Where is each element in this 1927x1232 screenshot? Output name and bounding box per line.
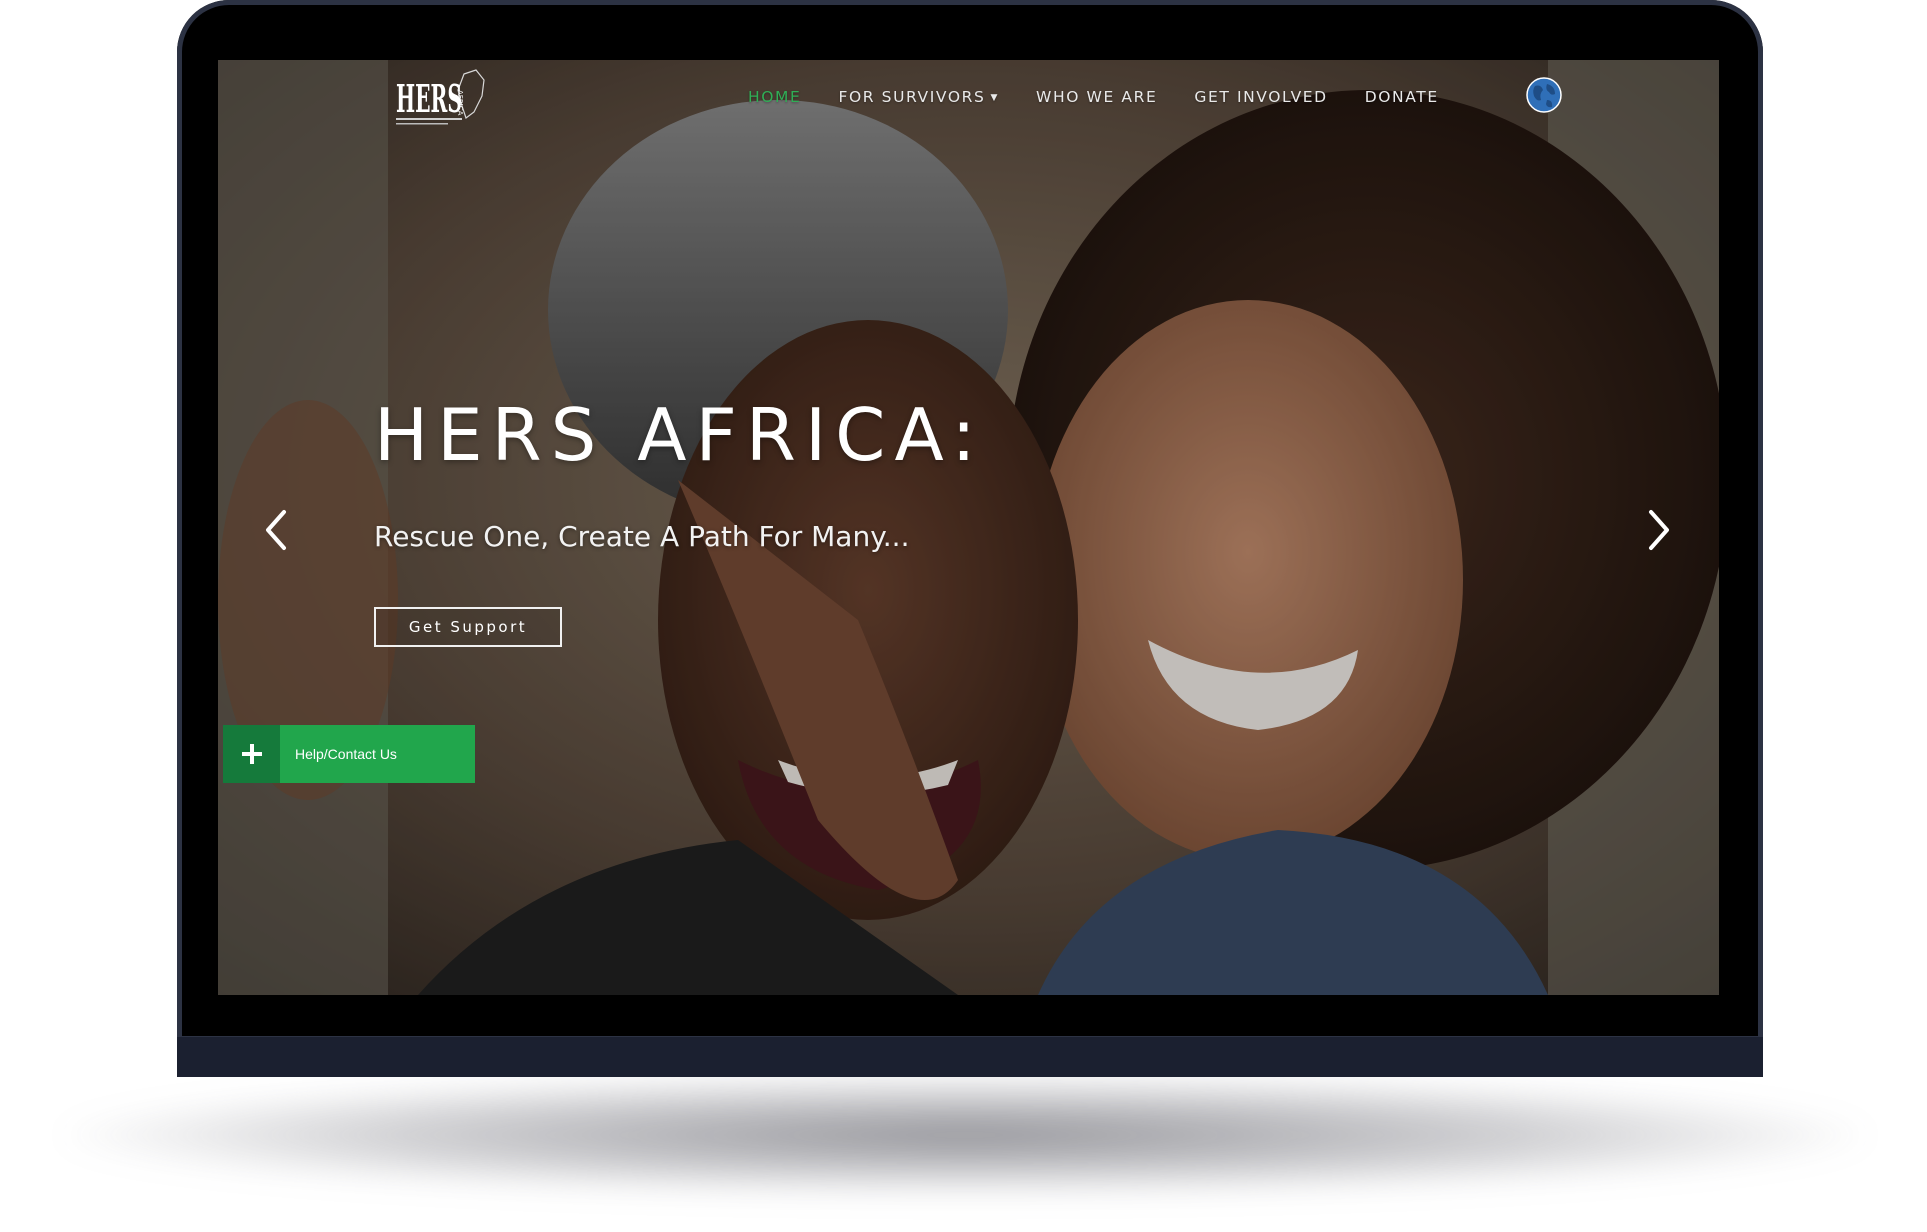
nav-for-survivors-label: FOR SURVIVORS [838,88,986,106]
chevron-right-icon[interactable] [1639,500,1679,560]
svg-text:AFRICA: AFRICA [456,90,464,116]
nav-get-involved[interactable]: GET INVOLVED [1194,88,1327,106]
help-contact-widget[interactable]: Help/Contact Us [223,725,475,783]
plus-icon[interactable] [223,725,280,783]
nav-for-survivors[interactable]: FOR SURVIVORS ▼ [838,88,999,106]
chevron-left-icon[interactable] [256,500,296,560]
hers-africa-logo[interactable]: HERS AFRICA [394,66,504,136]
device-shadow [60,1075,1870,1195]
nav-donate[interactable]: DONATE [1365,88,1439,106]
website-screen: HERS AFRICA HOME FOR SURVIVORS ▼ WHO WE A… [218,60,1719,995]
svg-text:HERS: HERS [396,76,462,121]
help-contact-label[interactable]: Help/Contact Us [280,725,475,783]
hero-title: HERS AFRICA: [374,393,985,477]
get-support-button[interactable]: Get Support [374,607,562,647]
nav-home[interactable]: HOME [748,88,801,106]
nav-who-we-are[interactable]: WHO WE ARE [1036,88,1157,106]
laptop-frame: HERS AFRICA HOME FOR SURVIVORS ▼ WHO WE A… [177,0,1763,1077]
globe-icon[interactable] [1525,76,1563,114]
laptop-chin [177,1036,1763,1077]
main-nav: HOME FOR SURVIVORS ▼ WHO WE ARE GET INVOL… [748,82,1476,112]
hero-subtitle: Rescue One, Create A Path For Many... [374,520,910,553]
caret-down-icon: ▼ [990,93,1000,103]
